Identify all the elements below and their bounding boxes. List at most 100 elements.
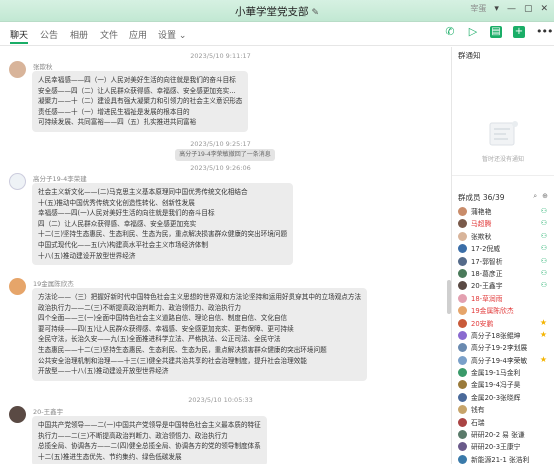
member-role-icon: ⚇: [540, 231, 547, 240]
member-name: 石瑞: [471, 418, 485, 427]
avatar[interactable]: [9, 406, 26, 423]
timestamp: 2023/5/10 9:25:17: [190, 140, 251, 148]
member-row[interactable]: 石瑞: [452, 416, 554, 428]
member-row[interactable]: 新能源21-1 张浩利: [452, 453, 554, 464]
search-icon[interactable]: ⌕: [533, 192, 537, 201]
member-name: 蒲艳艳: [471, 208, 492, 216]
title-bar: 小華学堂党支部 ✎ 宰蛋 ▾ — ▢ ✕: [0, 0, 554, 22]
member-avatar: [458, 442, 467, 452]
message-line: 十二(三)坚持生态惠民、生态利民、生态为民，重点解决损害群众健康的突出环境问题: [38, 230, 288, 239]
message-line: 全民守法，长治久安——九(五)全面推进科学立法、严格执法、公正司法、全民守法: [38, 335, 281, 344]
avatar[interactable]: [9, 278, 26, 295]
members-title: 群成员 36/39: [458, 193, 505, 202]
member-role-icon: ⚇: [540, 256, 547, 265]
tab-chat[interactable]: 聊天: [10, 28, 28, 41]
member-name: 研研20-2 易 张谦: [471, 431, 525, 440]
member-avatar: [458, 368, 467, 378]
member-row[interactable]: 20安鹏 ★: [452, 317, 554, 329]
timestamp: 2023/5/10 9:26:06: [190, 164, 251, 172]
more-icon[interactable]: •••: [536, 26, 553, 38]
tab-album[interactable]: 相册: [70, 28, 88, 41]
sender-name: 高分子19-4李荣建: [33, 175, 87, 183]
message-line: 凝聚力——十（二）建设具有强大凝聚力和引领力的社会主义意识形态: [38, 97, 243, 106]
member-row[interactable]: 研研20-3王康宁: [452, 440, 554, 452]
active-tab-indicator: [10, 42, 28, 44]
message-line: 人民幸福感——四（一）人民对美好生活的向往就是我们的奋斗目标: [38, 76, 236, 84]
member-avatar: [458, 454, 467, 464]
video-icon[interactable]: ▷: [467, 26, 479, 38]
member-name: 20安鹏: [471, 319, 494, 328]
member-row[interactable]: 蒲艳艳 ⚇: [452, 205, 554, 217]
member-row[interactable]: 张欺秋 ⚇: [452, 230, 554, 242]
member-row[interactable]: 金属19-4冯子昊: [452, 378, 554, 390]
message-line: 四（二）让人民群众获得感、幸福感、安全感更加充实: [38, 219, 197, 228]
avatar[interactable]: [9, 173, 26, 190]
member-row[interactable]: 17-郭智析 ⚇: [452, 255, 554, 267]
member-name: 17-郭智析: [471, 257, 503, 266]
member-row[interactable]: 金属20-3张晓辉: [452, 391, 554, 403]
edit-title-icon[interactable]: ✎: [311, 8, 319, 18]
recall-notice: 高分子19-4李荣敏撤回了一条消息: [175, 149, 275, 161]
avatar[interactable]: [9, 61, 26, 78]
member-avatar: [458, 430, 467, 440]
member-row[interactable]: 高分子18张鲲坤 ★: [452, 329, 554, 341]
admin-star-icon: ★: [539, 329, 547, 339]
tab-announcements[interactable]: 公告: [40, 28, 58, 41]
member-name: 金属19-4冯子昊: [471, 381, 521, 390]
member-name: 17-2倪威: [471, 245, 501, 254]
sender-name: 20-王鑫宇: [33, 408, 64, 416]
message-line: 安全感——四（二）让人民群众获得感、幸福感、安全感更加充实...: [38, 86, 236, 95]
member-row[interactable]: 研研20-2 易 张谦: [452, 428, 554, 440]
member-role-icon: ⚇: [540, 207, 547, 215]
add-icon[interactable]: +: [513, 26, 525, 38]
tab-files[interactable]: 文件: [100, 28, 118, 41]
member-name: 新能源21-1 张浩利: [471, 455, 530, 464]
group-name: 小華学堂党支部: [234, 6, 309, 18]
member-name: 高分子19-2李划展: [471, 344, 528, 353]
member-row[interactable]: 钱有: [452, 403, 554, 415]
notice-empty-text: 暂时还没有通知: [481, 156, 524, 163]
member-row[interactable]: 18-葛彦正 ⚇: [452, 267, 554, 279]
tab-settings[interactable]: 设置 ⌄: [158, 28, 186, 41]
close-button[interactable]: ✕: [540, 4, 548, 14]
member-name: 金属19-1马金利: [471, 369, 521, 378]
message-bubble[interactable]: 方法论——（三）把握好新时代中国特色社会主义思想的世界观和方法论坚持和运用好贯穿…: [32, 288, 368, 381]
member-avatar: [458, 392, 467, 402]
member-name: 高分子19-4李荣敏: [471, 356, 528, 365]
member-role-icon: ⚇: [540, 244, 547, 253]
member-list: 蒲艳艳 ⚇ 马超腾 ⚇ 张欺秋 ⚇ 17-2倪威 ⚇ 17-郭智析 ⚇ 18-葛彦正 ⚇ 20-王鑫宇 ⚇…: [452, 205, 554, 464]
member-avatar: [458, 268, 467, 278]
message-bubble[interactable]: 社会主义新文化——(二)马克思主义基本原理同中国优秀传统文化相结合 十(五)推动…: [32, 183, 294, 266]
member-avatar: [458, 207, 467, 216]
message-bubble[interactable]: 中国共产党领导——二(一)中国共产党领导是中国特色社会主义最本质的特征 执行力—…: [32, 416, 267, 464]
member-row[interactable]: 金属19-1马金利: [452, 366, 554, 378]
member-avatar: [458, 355, 467, 365]
member-avatar: [458, 231, 467, 241]
member-row[interactable]: 17-2倪威 ⚇: [452, 242, 554, 254]
tab-apps[interactable]: 应用: [129, 28, 147, 41]
message-line: 总揽全局、协调各方——二(四)健全总揽全局、协调各方的党的领导制度体系: [38, 442, 261, 451]
dropdown-icon[interactable]: ▾: [494, 4, 499, 14]
message-line: 社会主义新文化——(二)马克思主义基本原理同中国优秀传统文化相结合: [38, 188, 248, 196]
account-label[interactable]: 宰蛋: [470, 3, 486, 14]
member-row[interactable]: 20-王鑫宇 ⚇: [452, 279, 554, 291]
timestamp: 2023/5/10 10:05:33: [188, 396, 253, 404]
member-row[interactable]: 19金属陈欣杰: [452, 304, 554, 316]
message-line: 十八(五)推动建设开放型世界经济: [38, 251, 136, 260]
maximize-button[interactable]: ▢: [524, 4, 533, 14]
chat-area[interactable]: 2023/5/10 9:11:17 张欺秋 人民幸福感——四（一）人民对美好生活…: [0, 47, 441, 464]
member-role-icon: ⚇: [540, 281, 547, 290]
member-name: 18-草润雨: [471, 294, 503, 303]
message-bubble[interactable]: 人民幸福感——四（一）人民对美好生活的向往就是我们的奋斗目标 安全感——四（二）…: [32, 71, 249, 132]
member-avatar: [458, 330, 467, 340]
member-row[interactable]: 马超腾 ⚇: [452, 217, 554, 229]
image-icon[interactable]: ▤: [490, 26, 502, 38]
minimize-button[interactable]: —: [507, 4, 516, 14]
phone-icon[interactable]: ✆: [444, 26, 456, 38]
add-member-icon[interactable]: ⊕: [542, 192, 548, 201]
member-avatar: [458, 380, 467, 390]
member-row[interactable]: 高分子19-2李划展: [452, 341, 554, 353]
message-line: 公共安全治理机制和治理——十三(三)健全共建共治共享的社会治理制度，提升社会治理…: [38, 356, 307, 365]
member-row[interactable]: 18-草润雨: [452, 292, 554, 304]
member-row[interactable]: 高分子19-4李荣敏 ★: [452, 354, 554, 366]
